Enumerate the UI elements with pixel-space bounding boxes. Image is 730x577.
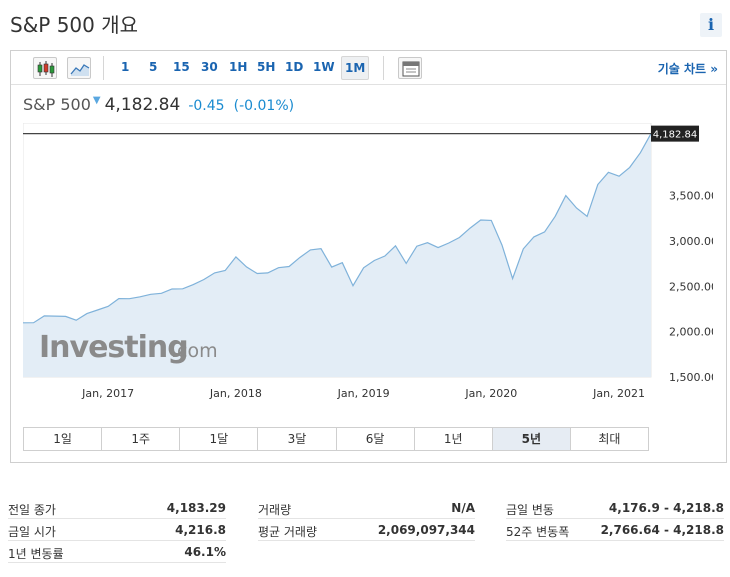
interval-30[interactable]: 30 (201, 60, 218, 74)
stat-value: 46.1% (184, 545, 226, 559)
stat-value: 4,216.8 (175, 523, 226, 537)
interval-15[interactable]: 15 (173, 60, 190, 74)
last-price: 4,182.84 (104, 95, 181, 115)
x-tick-label: Jan, 2020 (464, 387, 517, 400)
interval-5[interactable]: 5 (149, 60, 157, 74)
svg-text:.com: .com (171, 340, 218, 362)
stat-row: 1년 변동률 46.1% (8, 541, 226, 563)
x-tick-label: Jan, 2018 (209, 387, 262, 400)
interval-1[interactable]: 1 (121, 60, 129, 74)
page-title: S&P 500 개요 (10, 13, 139, 37)
stat-row: 거래량 N/A (258, 497, 475, 519)
calendar-icon[interactable] (398, 57, 422, 79)
chart-panel: 1 5 15 30 1H 5H 1D 1W 1M 기술 차트 » S&P 500 ▼ 4,182.8… (10, 50, 727, 463)
range-button-5[interactable]: 1년 (414, 428, 493, 450)
stat-row: 금일 시가 4,216.8 (8, 519, 226, 541)
stat-label: 52주 변동폭 (506, 525, 570, 539)
down-arrow-icon: ▼ (92, 95, 101, 106)
price-chart[interactable]: Investing.com 1,500.00 2,000.00 2,500.00 3,… (23, 123, 713, 419)
advanced-chart-link[interactable]: 기술 차트 » (658, 60, 718, 77)
x-tick-label: Jan, 2021 (592, 387, 645, 400)
price-change: -0.45 (188, 98, 225, 114)
y-tick-label: 1,500.00 (669, 371, 713, 384)
stat-label: 1년 변동률 (8, 547, 64, 561)
last-price-label: 4,182.84 (653, 130, 698, 141)
interval-1d[interactable]: 1D (285, 60, 303, 74)
stat-row: 금일 변동 4,176.9 - 4,218.8 (506, 497, 724, 519)
range-button-4[interactable]: 6달 (336, 428, 415, 450)
toolbar-separator (103, 56, 104, 80)
candlestick-icon[interactable] (33, 57, 57, 79)
time-range-selector: 1일 1주 1달 3달 6달 1년 5년 최대 (23, 427, 649, 451)
quote-header: S&P 500 ▼ 4,182.84 -0.45 (-0.01%) (23, 95, 294, 115)
range-button-0[interactable]: 1일 (24, 428, 103, 450)
range-button-6[interactable]: 5년 (492, 428, 571, 450)
interval-1h[interactable]: 1H (229, 60, 247, 74)
stat-label: 금일 시가 (8, 525, 56, 539)
toolbar-separator (383, 56, 384, 80)
stat-row: 52주 변동폭 2,766.64 - 4,218.8 (506, 519, 724, 541)
stat-label: 거래량 (258, 503, 292, 517)
stat-value: 2,069,097,344 (377, 523, 475, 537)
instrument-name: S&P 500 (23, 95, 91, 114)
svg-text:Investing: Investing (39, 330, 188, 365)
x-tick-label: Jan, 2019 (337, 387, 390, 400)
interval-5h[interactable]: 5H (257, 60, 275, 74)
range-button-1[interactable]: 1주 (102, 428, 181, 450)
interval-1w[interactable]: 1W (313, 60, 335, 74)
stat-label: 전일 종가 (8, 503, 56, 517)
stat-label: 금일 변동 (506, 503, 554, 517)
x-tick-label: Jan, 2017 (81, 387, 134, 400)
y-tick-label: 2,000.00 (669, 326, 713, 339)
range-button-2[interactable]: 1달 (180, 428, 259, 450)
y-tick-label: 2,500.00 (669, 280, 713, 293)
y-tick-label: 3,500.00 (669, 190, 713, 203)
chart-toolbar: 1 5 15 30 1H 5H 1D 1W 1M 기술 차트 » (11, 51, 726, 85)
range-button-3[interactable]: 3달 (258, 428, 337, 450)
stat-row: 평균 거래량 2,069,097,344 (258, 519, 475, 541)
interval-1m[interactable]: 1M (341, 56, 370, 80)
y-tick-label: 3,000.00 (669, 235, 713, 248)
range-button-7[interactable]: 최대 (570, 428, 648, 450)
line-chart-icon[interactable] (67, 57, 91, 79)
stat-value: 4,183.29 (166, 501, 226, 515)
stat-value: N/A (451, 501, 475, 515)
price-change-percent: (-0.01%) (233, 98, 295, 114)
stat-row: 전일 종가 4,183.29 (8, 497, 226, 519)
stat-value: 4,176.9 - 4,218.8 (608, 501, 724, 515)
info-icon[interactable]: i (700, 13, 722, 37)
stat-label: 평균 거래량 (258, 525, 318, 539)
stat-value: 2,766.64 - 4,218.8 (600, 523, 724, 537)
